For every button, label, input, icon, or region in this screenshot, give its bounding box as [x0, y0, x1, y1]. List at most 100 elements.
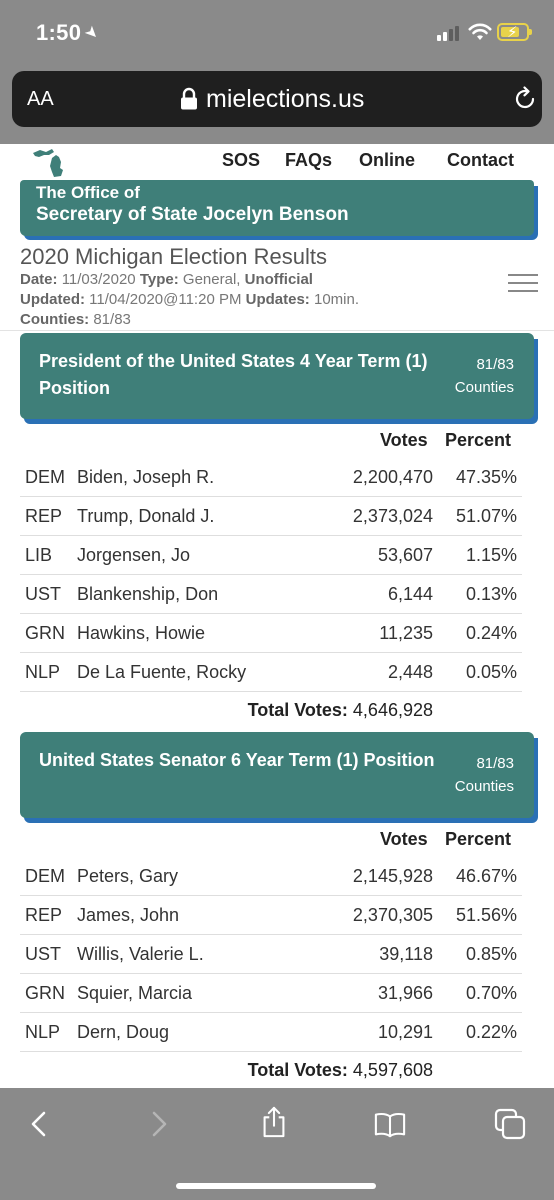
url-domain[interactable]: mielections.us — [206, 85, 364, 114]
percent-cell: 51.07% — [455, 506, 517, 526]
table-row: DEM Peters, Gary 2,145,928 46.67% — [20, 857, 522, 896]
candidate-cell: Peters, Gary — [77, 866, 179, 886]
table-row: GRN Hawkins, Howie 11,235 0.24% — [20, 614, 522, 653]
lock-icon — [181, 87, 197, 110]
percent-cell: 0.24% — [465, 623, 517, 643]
wifi-icon — [468, 23, 492, 40]
browser-toolbar — [0, 1088, 554, 1200]
table-row: LIB Jorgensen, Jo 53,607 1.15% — [20, 536, 522, 575]
votes-column-header: Votes — [380, 829, 428, 849]
battery-charging-icon: ⚡ — [497, 23, 532, 41]
party-cell: LIB — [25, 545, 53, 565]
table-row: UST Blankenship, Don 6,144 0.13% — [20, 575, 522, 614]
signal-icon — [437, 25, 463, 41]
percent-cell: 1.15% — [465, 545, 517, 565]
percent-cell: 0.13% — [465, 584, 517, 604]
status-time: 1:50➤ — [36, 20, 103, 45]
votes-cell: 2,373,024 — [352, 506, 433, 526]
votes-cell: 6,144 — [387, 584, 433, 604]
table-row: GRN Squier, Marcia 31,966 0.70% — [20, 974, 522, 1013]
menu-icon[interactable] — [508, 274, 538, 294]
share-icon[interactable] — [258, 1106, 290, 1138]
votes-cell: 10,291 — [377, 1022, 433, 1042]
results-counties-line: Counties: 81/83 — [20, 311, 131, 328]
forward-icon[interactable] — [142, 1108, 174, 1140]
votes-column-header: Votes — [380, 430, 428, 450]
candidate-cell: James, John — [77, 905, 180, 925]
candidate-cell: Blankenship, Don — [77, 584, 219, 604]
party-cell: GRN — [25, 983, 65, 1003]
address-bar[interactable]: AA mielections.us — [12, 71, 542, 127]
page-title: 2020 Michigan Election Results — [20, 244, 327, 269]
votes-cell: 2,145,928 — [352, 866, 433, 886]
candidate-cell: Squier, Marcia — [77, 983, 193, 1003]
nav-link-sos[interactable]: SOS — [222, 150, 260, 171]
table-row: DEM Biden, Joseph R. 2,200,470 47.35% — [20, 458, 522, 497]
candidate-cell: Biden, Joseph R. — [77, 467, 215, 487]
party-cell: NLP — [25, 662, 61, 682]
back-icon[interactable] — [24, 1108, 56, 1140]
party-cell: DEM — [25, 866, 65, 886]
total-votes: Total Votes: 4,597,608 — [247, 1060, 433, 1080]
nav-link-online[interactable]: Online — [359, 150, 415, 171]
percent-cell: 0.05% — [465, 662, 517, 682]
divider — [0, 330, 554, 331]
site-nav: SOS FAQs Online Contact — [0, 144, 554, 178]
candidate-cell: Dern, Doug — [77, 1022, 170, 1042]
table-row: REP Trump, Donald J. 2,373,024 51.07% — [20, 497, 522, 536]
home-indicator — [176, 1183, 376, 1189]
percent-cell: 47.35% — [455, 467, 517, 487]
candidate-cell: Hawkins, Howie — [77, 623, 206, 643]
table-row: NLP De La Fuente, Rocky 2,448 0.05% — [20, 653, 522, 692]
nav-link-contact[interactable]: Contact — [447, 150, 514, 171]
candidate-cell: Trump, Donald J. — [77, 506, 215, 526]
percent-cell: 0.70% — [465, 983, 517, 1003]
party-cell: NLP — [25, 1022, 61, 1042]
michigan-logo-icon[interactable] — [30, 146, 72, 178]
race-counties: 81/83 Counties — [454, 755, 514, 795]
percent-cell: 0.85% — [465, 944, 517, 964]
location-arrow-icon: ➤ — [80, 22, 103, 45]
party-cell: GRN — [25, 623, 65, 643]
candidate-cell: Willis, Valerie L. — [77, 944, 204, 964]
party-cell: UST — [25, 584, 61, 604]
results-date-line: Date: 11/03/2020 Type: General, Unoffici… — [20, 271, 313, 288]
bookmarks-icon[interactable] — [374, 1108, 406, 1140]
race-counties: 81/83 Counties — [454, 356, 514, 396]
office-banner: The Office of Secretary of State Jocelyn… — [20, 180, 538, 240]
candidate-cell: De La Fuente, Rocky — [77, 662, 247, 682]
votes-cell: 31,966 — [377, 983, 433, 1003]
votes-cell: 2,448 — [387, 662, 433, 682]
race-title: President of the United States 4 Year Te… — [39, 351, 428, 398]
office-line1: The Office of — [36, 183, 140, 202]
percent-cell: 46.67% — [455, 866, 517, 886]
nav-link-faqs[interactable]: FAQs — [285, 150, 332, 171]
results-updated-line: Updated: 11/04/2020@11:20 PM Updates: 10… — [20, 291, 360, 308]
party-cell: REP — [25, 506, 63, 526]
votes-cell: 2,200,470 — [352, 467, 433, 487]
party-cell: REP — [25, 905, 63, 925]
votes-cell: 53,607 — [377, 545, 433, 565]
table-row: REP James, John 2,370,305 51.56% — [20, 896, 522, 935]
reload-icon[interactable] — [512, 86, 538, 112]
votes-cell: 2,370,305 — [352, 905, 433, 925]
browser-top-bar: 1:50➤ ⚡ AA mielections.us — [0, 0, 554, 144]
votes-cell: 11,235 — [379, 623, 433, 643]
race-header-president[interactable]: President of the United States 4 Year Te… — [20, 333, 538, 424]
party-cell: DEM — [25, 467, 65, 487]
office-line2: Secretary of State Jocelyn Benson — [36, 204, 349, 225]
percent-cell: 0.22% — [465, 1022, 517, 1042]
total-votes: Total Votes: 4,646,928 — [247, 700, 433, 720]
table-row: NLP Dern, Doug 10,291 0.22% — [20, 1013, 522, 1052]
table-row: UST Willis, Valerie L. 39,118 0.85% — [20, 935, 522, 974]
percent-column-header: Percent — [445, 829, 512, 849]
candidate-cell: Jorgensen, Jo — [77, 545, 191, 565]
percent-column-header: Percent — [445, 430, 512, 450]
tabs-icon[interactable] — [494, 1108, 526, 1140]
race-header-senator[interactable]: United States Senator 6 Year Term (1) Po… — [20, 732, 538, 823]
text-size-button[interactable]: AA — [27, 88, 54, 111]
party-cell: UST — [25, 944, 61, 964]
race-title: United States Senator 6 Year Term (1) Po… — [39, 750, 435, 770]
votes-cell: 39,118 — [379, 944, 433, 964]
percent-cell: 51.56% — [455, 905, 517, 925]
